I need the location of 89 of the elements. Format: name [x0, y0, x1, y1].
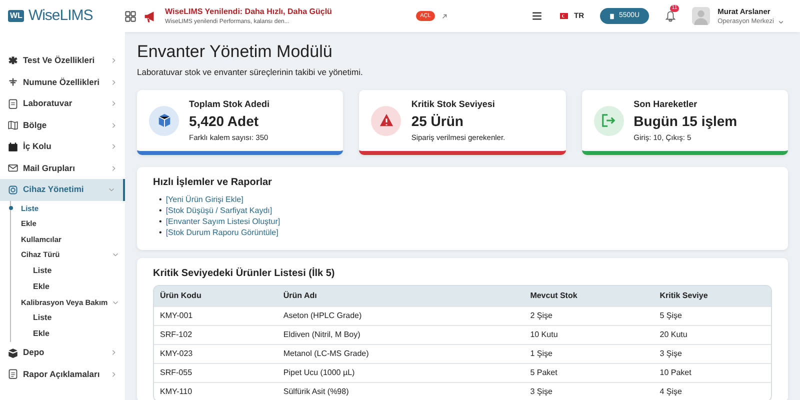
box-icon [156, 113, 172, 128]
megaphone-icon [144, 10, 157, 22]
table-cell: 5 Şişe [654, 306, 771, 326]
sidebar-item[interactable]: Depo [0, 342, 125, 364]
page-subtitle: Laboratuvar stok ve envanter süreçlerinin takibi ve yönetimi. [137, 66, 364, 80]
table-cell: 2 Şişe [524, 306, 654, 326]
card-title: Kritik Seviyedeki Ürünler Listesi (İlk 5) [153, 266, 336, 282]
chevron-icon[interactable] [112, 298, 119, 306]
submenu-item[interactable]: Ekle [11, 278, 125, 294]
stat-title: Kritik Stok Seviyesi [411, 98, 496, 111]
stat-title: Toplam Stok Adedi [189, 98, 270, 111]
device-icon [8, 184, 18, 195]
avatar-icon [692, 7, 710, 25]
table-cell: SRF-055 [154, 363, 278, 382]
chevron-icon[interactable] [108, 186, 115, 194]
submenu-item[interactable]: Ekle [11, 326, 125, 342]
table-cell: Sülfürik Asit (%98) [277, 382, 524, 400]
table-cell: 10 Paket [654, 363, 771, 382]
table-cell: 3 Şişe [524, 382, 654, 400]
bullet: • [159, 194, 162, 206]
table-cell: 20 Kutu [654, 325, 771, 344]
warning-icon [378, 113, 394, 128]
column-header: Ürün Adı [277, 286, 524, 306]
chevron-icon[interactable] [110, 164, 117, 172]
table-cell: Eldiven (Nitril, M Boy) [277, 325, 524, 344]
calendar-icon [8, 142, 18, 152]
table-cell: 10 Kutu [524, 325, 654, 344]
chevron-icon[interactable] [110, 122, 117, 129]
sidebar-item[interactable]: Mail Grupları [0, 158, 125, 179]
card-title: Hızlı İşlemler ve Raporlar [153, 175, 273, 190]
table-cell: Pipet Ucu (1000 µL) [277, 363, 524, 382]
map-icon [8, 120, 18, 130]
bullet: • [159, 216, 162, 228]
flag-icon[interactable] [558, 12, 570, 20]
chevron-icon[interactable] [112, 251, 119, 258]
table-cell: 1 Şişe [524, 344, 654, 364]
column-header: Mevcut Stok [524, 286, 654, 306]
sidebar-item[interactable]: Test Ve Özellikleri [0, 50, 125, 72]
exit-icon [601, 113, 616, 128]
chevron-icon[interactable] [110, 143, 117, 150]
sidebar-item[interactable]: Laboratuvar [0, 93, 125, 114]
column-header: Ürün Kodu [154, 286, 278, 306]
sidebar-item[interactable]: Cihaz Yönetimi [0, 179, 125, 200]
grid-icon[interactable] [125, 10, 136, 22]
plus-icon [8, 77, 18, 88]
id-card-icon [608, 12, 615, 20]
action-link[interactable]: [Yeni Ürün Girişi Ekle] [166, 194, 244, 206]
stat-title: Son Hareketler [634, 98, 698, 111]
bullet: • [159, 205, 162, 216]
bullet: • [159, 227, 162, 238]
table-cell: KMY-023 [154, 344, 278, 364]
caret-icon[interactable] [778, 18, 784, 25]
bell-icon[interactable] [664, 10, 676, 22]
logo-badge: WL [8, 10, 24, 22]
column-header: Kritik Seviye [654, 286, 771, 306]
table-cell: KMY-110 [154, 382, 278, 400]
chevron-icon[interactable] [110, 370, 117, 378]
page-title: Envanter Yönetim Modülü [137, 42, 334, 62]
table-cell: Metanol (LC-MS Grade) [277, 344, 524, 364]
submenu-item[interactable]: Liste [11, 262, 125, 278]
announcement-title: WiseLIMS Yenilendi: Daha Hızlı, Daha Güçlü [165, 6, 332, 18]
submenu-item[interactable]: Liste [11, 310, 125, 326]
sidebar-item[interactable]: Bölge [0, 114, 125, 136]
mail-icon [8, 163, 18, 174]
sidebar-item[interactable]: Numune Özellikleri [0, 72, 125, 93]
sidebar-item[interactable]: Rapor Açıklamaları [0, 364, 125, 385]
external-link-icon[interactable] [440, 12, 448, 20]
active-dot [9, 206, 13, 210]
table-cell: KMY-001 [154, 306, 278, 326]
table-cell: Aseton (HPLC Grade) [277, 306, 524, 326]
action-link[interactable]: [Envanter Sayım Listesi Oluştur] [166, 216, 280, 228]
action-link[interactable]: [Stok Düşüşü / Sarfiyat Kaydı] [166, 205, 272, 216]
chevron-icon[interactable] [110, 57, 117, 64]
table-cell: 5 Paket [524, 363, 654, 382]
stat-value: 25 Ürün [411, 112, 464, 132]
document-icon [8, 98, 18, 109]
stat-value: Bugün 15 işlem [634, 112, 738, 132]
table-cell: SRF-102 [154, 325, 278, 344]
chevron-icon[interactable] [110, 78, 117, 86]
stat-value: 5,420 Adet [189, 112, 260, 132]
menu-icon[interactable] [532, 11, 542, 21]
table-cell: 3 Şişe [654, 344, 771, 364]
sidebar-item[interactable]: İç Kolu [0, 136, 125, 158]
logo-text: WiseLIMS [28, 6, 93, 26]
chevron-icon[interactable] [110, 100, 117, 108]
chevron-icon[interactable] [110, 349, 117, 356]
document-icon [8, 369, 18, 380]
action-link[interactable]: [Stok Durum Raporu Görüntüle] [166, 227, 278, 238]
table-cell: 4 Şişe [654, 382, 771, 400]
